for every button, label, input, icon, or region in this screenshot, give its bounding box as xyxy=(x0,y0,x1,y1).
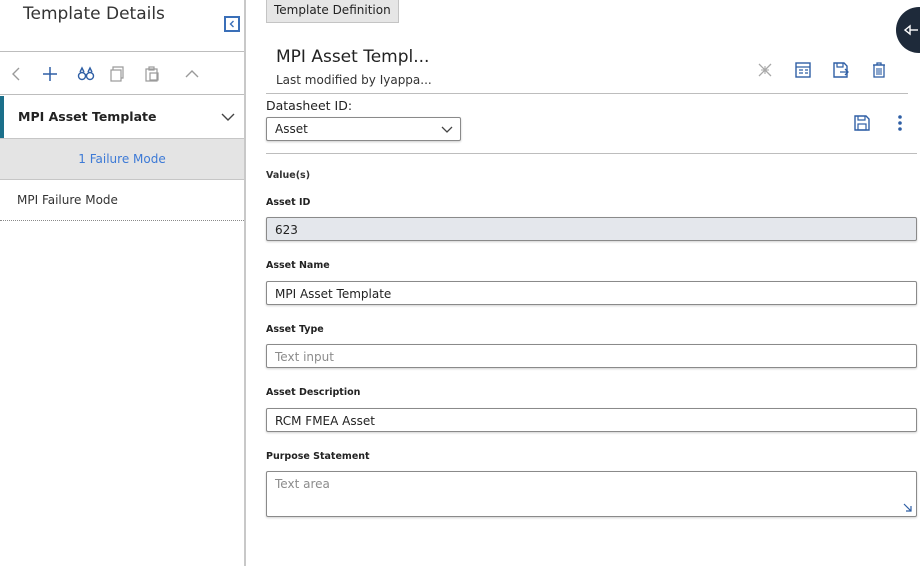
template-details-panel: Template Details MPI Asset Template 1 Fa… xyxy=(0,0,246,566)
purpose-statement-placeholder: Text area xyxy=(275,477,330,491)
plus-icon xyxy=(43,67,57,81)
chevron-left-icon xyxy=(229,20,234,28)
header-divider xyxy=(266,93,908,94)
tab-template-definition[interactable]: Template Definition xyxy=(266,0,399,23)
asset-type-label: Asset Type xyxy=(266,324,324,335)
search-button[interactable] xyxy=(76,64,96,84)
datasheet-icon xyxy=(795,62,811,78)
binoculars-icon xyxy=(77,66,95,81)
move-up-button[interactable] xyxy=(182,64,202,84)
copy-button[interactable] xyxy=(107,64,127,84)
asset-description-value: RCM FMEA Asset xyxy=(275,414,375,428)
paste-button[interactable] xyxy=(142,64,162,84)
save-icon[interactable] xyxy=(852,113,872,133)
purpose-statement-textarea[interactable]: Text area xyxy=(266,471,917,517)
paste-icon xyxy=(145,66,159,82)
purpose-statement-label: Purpose Statement xyxy=(266,451,370,462)
trash-icon xyxy=(873,62,885,78)
save-as-icon xyxy=(833,62,849,78)
resize-handle-icon[interactable] xyxy=(903,503,913,513)
chevron-up-icon xyxy=(185,70,199,78)
asset-id-label: Asset ID xyxy=(266,197,311,208)
asset-name-value: MPI Asset Template xyxy=(275,287,392,301)
asset-type-field[interactable]: Text input xyxy=(266,344,917,368)
save-as-button[interactable] xyxy=(831,60,851,80)
values-section-label: Value(s) xyxy=(266,170,311,181)
datasheet-id-select[interactable]: Asset xyxy=(266,117,461,141)
group-header-label: 1 Failure Mode xyxy=(78,152,166,166)
tree-item-mpi-asset-template[interactable]: MPI Asset Template xyxy=(0,96,244,138)
delete-button[interactable] xyxy=(869,60,889,80)
chevron-down-icon xyxy=(441,126,453,133)
collapse-panel-button[interactable] xyxy=(224,16,240,32)
datasheet-divider xyxy=(266,153,917,154)
asset-type-placeholder: Text input xyxy=(275,350,334,364)
unlink-button[interactable] xyxy=(755,60,775,80)
chevron-left-icon xyxy=(12,67,20,81)
datasheet-button[interactable] xyxy=(793,60,813,80)
left-toolbar xyxy=(0,51,244,95)
asset-id-value: 623 xyxy=(275,223,298,237)
panel-title: Template Details xyxy=(23,4,165,24)
template-definition-panel: Template Definition MPI Asset Templ... L… xyxy=(248,0,920,566)
record-subtitle: Last modified by Iyappa... xyxy=(276,73,432,87)
failure-mode-group-header[interactable]: 1 Failure Mode xyxy=(0,138,244,180)
back-button[interactable] xyxy=(6,64,26,84)
record-title: MPI Asset Templ... xyxy=(276,47,430,67)
datasheet-id-value: Asset xyxy=(275,122,308,136)
asset-description-field[interactable]: RCM FMEA Asset xyxy=(266,408,917,432)
add-button[interactable] xyxy=(40,64,60,84)
asset-name-label: Asset Name xyxy=(266,260,330,271)
asset-name-field[interactable]: MPI Asset Template xyxy=(266,281,917,305)
more-options-icon[interactable] xyxy=(892,113,908,133)
asset-id-field: 623 xyxy=(266,217,917,241)
chevron-down-icon[interactable] xyxy=(220,109,236,125)
copy-icon xyxy=(110,66,124,82)
list-item-label: MPI Failure Mode xyxy=(17,193,118,207)
unlink-icon xyxy=(758,63,772,77)
enter-icon xyxy=(904,24,918,36)
tree-item-label: MPI Asset Template xyxy=(18,109,157,124)
datasheet-id-label: Datasheet ID: xyxy=(266,98,353,113)
asset-description-label: Asset Description xyxy=(266,387,361,398)
list-item[interactable]: MPI Failure Mode xyxy=(0,181,244,221)
